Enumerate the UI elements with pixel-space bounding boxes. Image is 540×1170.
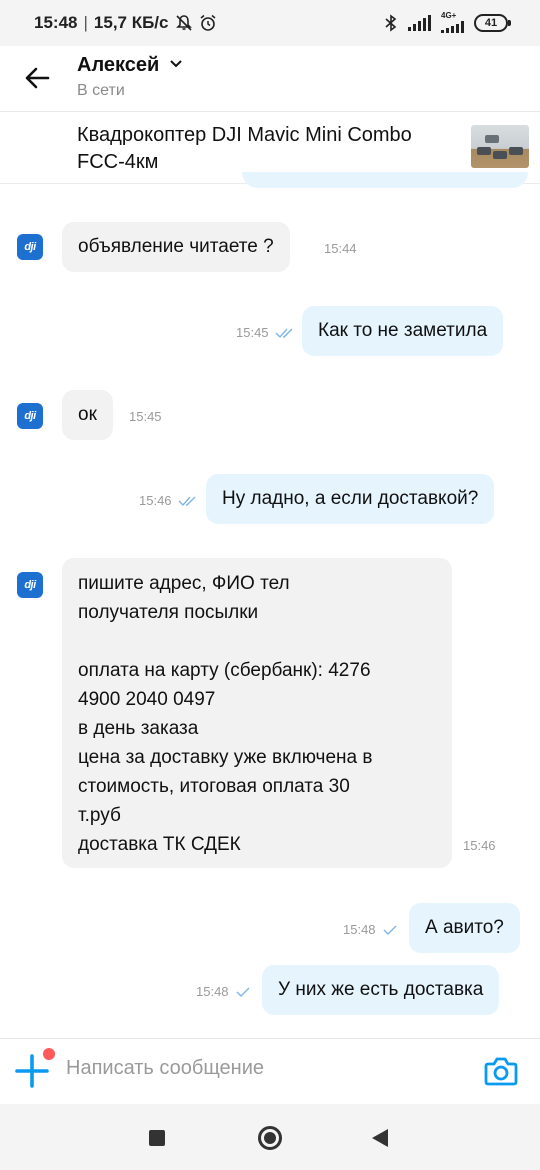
avatar: dji — [17, 234, 43, 260]
chevron-down-icon[interactable] — [169, 56, 183, 70]
signal-icon — [441, 21, 464, 33]
status-time: 15:48 — [34, 13, 78, 32]
notification-dot — [43, 1048, 55, 1060]
contact-status: В сети — [77, 82, 125, 99]
recent-apps-icon[interactable] — [149, 1130, 165, 1146]
status-left: 15:48 | 15,7 КБ/с — [34, 13, 217, 33]
signal-icon — [408, 14, 431, 31]
network-speed: 15,7 КБ/с — [93, 13, 169, 32]
outgoing-message[interactable]: Ну ладно, а если доставкой? — [206, 474, 495, 524]
message-time: 15:48 — [343, 922, 376, 937]
avatar: dji — [17, 403, 43, 429]
double-check-icon — [178, 496, 196, 507]
camera-icon[interactable] — [484, 1055, 518, 1087]
home-icon[interactable] — [258, 1126, 282, 1150]
bell-off-icon — [175, 15, 192, 31]
incoming-message[interactable]: пишите адрес, ФИО тел получателя посылки… — [62, 558, 452, 868]
message-time: 15:45 — [129, 409, 162, 424]
back-icon[interactable] — [372, 1129, 388, 1147]
arrow-left-icon[interactable] — [22, 62, 54, 94]
status-bar: 15:48 | 15,7 КБ/с 4G+ 41 — [0, 0, 540, 46]
message-time: 15:45 — [236, 325, 269, 340]
status-right: 4G+ 41 — [384, 12, 511, 33]
outgoing-message[interactable]: У них же есть доставка — [262, 965, 500, 1015]
network-type: 4G+ — [441, 12, 464, 33]
incoming-message[interactable]: объявление читаете ? — [62, 222, 290, 272]
avatar: dji — [17, 572, 43, 598]
contact-name[interactable]: Алексей — [77, 54, 159, 77]
bluetooth-icon — [385, 13, 397, 32]
check-icon — [383, 925, 397, 935]
battery-icon: 41 — [474, 13, 511, 32]
check-icon — [236, 987, 250, 997]
message-time: 15:46 — [463, 838, 496, 853]
outgoing-message[interactable]: А авито? — [409, 903, 520, 953]
message-time: 15:48 — [196, 984, 229, 999]
double-check-icon — [275, 328, 293, 339]
outgoing-message[interactable]: Как то не заметила — [302, 306, 504, 356]
listing-thumbnail[interactable] — [471, 125, 529, 168]
message-input[interactable] — [66, 1057, 446, 1080]
system-nav-bar — [0, 1104, 540, 1170]
message-time: 15:44 — [324, 241, 357, 256]
listing-title[interactable]: Квадрокоптер DJI Mavic Mini Combo FCC-4к… — [77, 122, 437, 176]
alarm-icon — [199, 14, 216, 31]
message-time: 15:46 — [139, 493, 172, 508]
chat-header: Алексей В сети — [0, 46, 540, 112]
previous-bubble-edge — [242, 172, 528, 188]
incoming-message[interactable]: ок — [62, 390, 113, 440]
message-composer — [0, 1038, 540, 1104]
